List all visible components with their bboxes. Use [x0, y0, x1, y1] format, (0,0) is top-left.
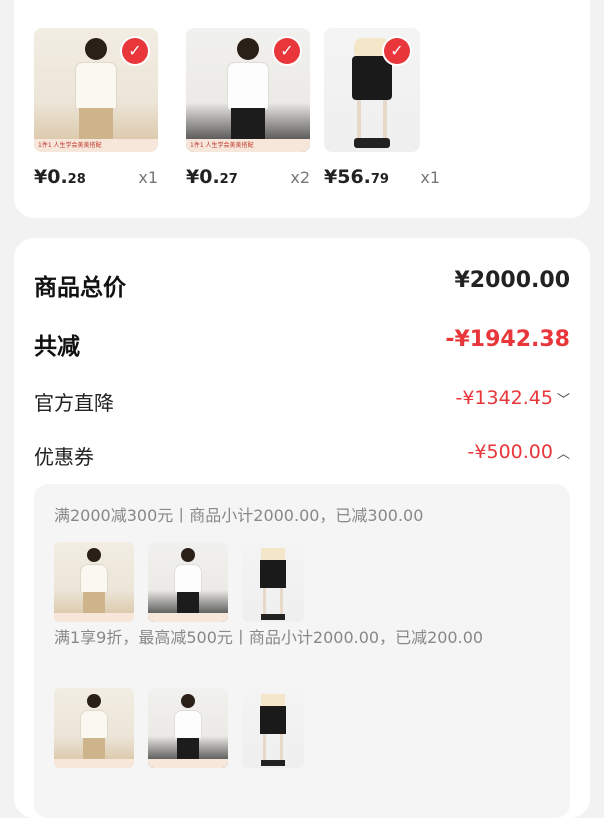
chevron-down-icon[interactable]: ﹀	[557, 389, 570, 408]
product-quantity: x1	[138, 168, 158, 187]
model-head	[181, 548, 195, 562]
coupon-rule-2: 满1享9折，最高减500元丨商品小计2000.00，已减200.00	[54, 628, 484, 647]
model-head	[181, 694, 195, 708]
model-skirt	[260, 706, 286, 734]
model-top	[174, 564, 202, 594]
selected-products-card: 1件1 人生学会美美搭配 ✓ ¥0.28 x1 1件1 人生学会美美搭配 ✓ ¥…	[14, 0, 590, 218]
official-discount-label: 官方直降	[34, 391, 114, 415]
coupon-rule-2-products	[54, 688, 304, 768]
model-boots	[261, 760, 285, 766]
promo-strip: 1件1 人生学会美美搭配	[34, 139, 158, 152]
check-icon[interactable]: ✓	[274, 38, 300, 64]
model-top	[261, 694, 285, 706]
total-price-value: ¥2000.00	[454, 268, 570, 293]
model-boots	[354, 138, 390, 148]
check-icon[interactable]: ✓	[384, 38, 410, 64]
model-legs	[357, 100, 387, 140]
product-quantity: x1	[420, 168, 440, 187]
coupon-row[interactable]: 优惠券 -¥500.00 ︿	[34, 441, 570, 469]
product-image[interactable]: ✓	[324, 28, 420, 152]
coupon-value: -¥500.00	[467, 441, 553, 463]
model-legs	[263, 734, 283, 760]
product-image[interactable]: 1件1 人生学会美美搭配 ✓	[186, 28, 310, 152]
promo-strip	[54, 759, 134, 768]
model-top	[261, 548, 285, 560]
model-top	[80, 564, 108, 594]
total-price-label: 商品总价	[34, 275, 126, 301]
product-item[interactable]: ✓ ¥56.79 x1	[324, 28, 450, 190]
model-head	[87, 694, 101, 708]
model-head	[237, 38, 259, 60]
model-top	[174, 710, 202, 740]
product-thumbnail	[148, 542, 228, 622]
promo-strip	[148, 759, 228, 768]
model-legs	[263, 588, 283, 614]
official-discount-value: -¥1342.45	[455, 387, 553, 409]
official-discount-value-wrap[interactable]: -¥1342.45 ﹀	[455, 387, 570, 409]
total-price-row: 商品总价 ¥2000.00	[34, 268, 570, 301]
coupon-detail-panel: 满2000减300元丨商品小计2000.00，已减300.00 满1享9折，最高…	[34, 484, 570, 818]
product-quantity: x2	[290, 168, 310, 187]
product-thumbnail	[148, 688, 228, 768]
coupon-label: 优惠券	[34, 445, 94, 469]
product-price: ¥0.28	[34, 166, 86, 188]
product-item[interactable]: 1件1 人生学会美美搭配 ✓ ¥0.28 x1	[34, 28, 160, 190]
model-skirt	[260, 560, 286, 588]
model-skirt	[352, 56, 392, 100]
model-head	[85, 38, 107, 60]
model-boots	[261, 614, 285, 620]
official-discount-row[interactable]: 官方直降 -¥1342.45 ﹀	[34, 387, 570, 415]
price-summary-card: 商品总价 ¥2000.00 共减 -¥1942.38 官方直降 -¥1342.4…	[14, 238, 590, 818]
product-thumbnail	[54, 542, 134, 622]
coupon-rule-1: 满2000减300元丨商品小计2000.00，已减300.00	[54, 506, 424, 525]
total-discount-label: 共减	[34, 334, 80, 360]
model-top	[227, 62, 269, 110]
model-top	[80, 710, 108, 740]
coupon-rule-1-products	[54, 542, 304, 622]
chevron-up-icon[interactable]: ︿	[557, 443, 570, 462]
product-thumbnail	[242, 688, 304, 768]
promo-strip	[148, 613, 228, 622]
product-item[interactable]: 1件1 人生学会美美搭配 ✓ ¥0.27 x2	[186, 28, 312, 190]
total-discount-row: 共减 -¥1942.38	[34, 327, 570, 360]
promo-strip	[54, 613, 134, 622]
product-image[interactable]: 1件1 人生学会美美搭配 ✓	[34, 28, 158, 152]
model-top	[75, 62, 117, 110]
promo-strip: 1件1 人生学会美美搭配	[186, 139, 310, 152]
coupon-value-wrap[interactable]: -¥500.00 ︿	[468, 441, 570, 463]
product-thumbnail	[54, 688, 134, 768]
product-thumbnail	[242, 542, 304, 622]
total-discount-value: -¥1942.38	[445, 327, 570, 352]
check-icon[interactable]: ✓	[122, 38, 148, 64]
model-head	[87, 548, 101, 562]
product-price: ¥56.79	[324, 166, 389, 188]
product-price: ¥0.27	[186, 166, 238, 188]
